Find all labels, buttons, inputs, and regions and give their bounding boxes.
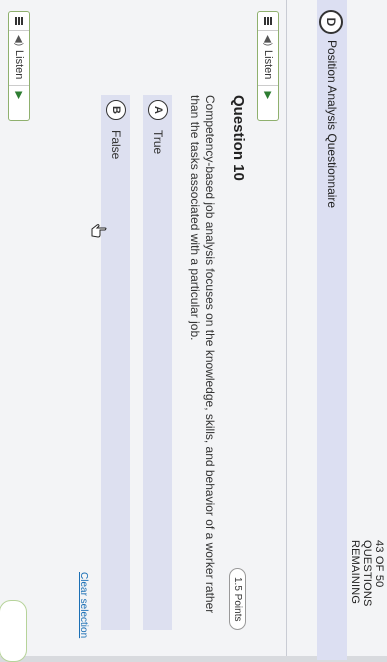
option-b-letter[interactable]: B: [106, 100, 126, 120]
listen-widget-question[interactable]: ◀) Listen ▶: [257, 11, 279, 121]
option-b-text[interactable]: False: [109, 130, 123, 159]
option-a-text[interactable]: True: [151, 130, 165, 154]
previous-answer-letter: D: [319, 10, 343, 34]
option-a-letter[interactable]: A: [148, 100, 168, 120]
points-badge: 1.5 Points: [229, 568, 246, 631]
play-icon[interactable]: ▶: [258, 85, 278, 105]
next-question-pill[interactable]: [0, 600, 27, 662]
menu-icon[interactable]: [9, 12, 29, 31]
play-icon[interactable]: ▶: [9, 85, 29, 105]
clear-selection-link[interactable]: Clear selection: [78, 572, 89, 638]
previous-answer-text: Position Analysis Questionnaire: [325, 40, 339, 209]
listen-label: Listen: [13, 50, 25, 80]
listen-widget-next[interactable]: ◀) Listen ▶: [8, 11, 30, 121]
menu-icon[interactable]: [258, 12, 278, 31]
questions-remaining: 43 OF 50 QUESTIONS REMAINING: [349, 540, 385, 607]
section-divider: [286, 0, 287, 656]
answer-option-b[interactable]: [101, 95, 130, 630]
answer-option-a[interactable]: [143, 95, 172, 630]
speaker-icon: ◀): [13, 35, 25, 47]
speaker-icon: ◀): [262, 35, 274, 47]
question-text: Competency-based job analysis focuses on…: [188, 95, 217, 614]
quiz-stage: 43 OF 50 QUESTIONS REMAINING D Position …: [0, 0, 387, 662]
page: 43 OF 50 QUESTIONS REMAINING D Position …: [0, 0, 387, 662]
listen-label: Listen: [262, 50, 274, 80]
hand-pointer-icon: [91, 224, 107, 238]
question-number: Question 10: [230, 95, 247, 181]
